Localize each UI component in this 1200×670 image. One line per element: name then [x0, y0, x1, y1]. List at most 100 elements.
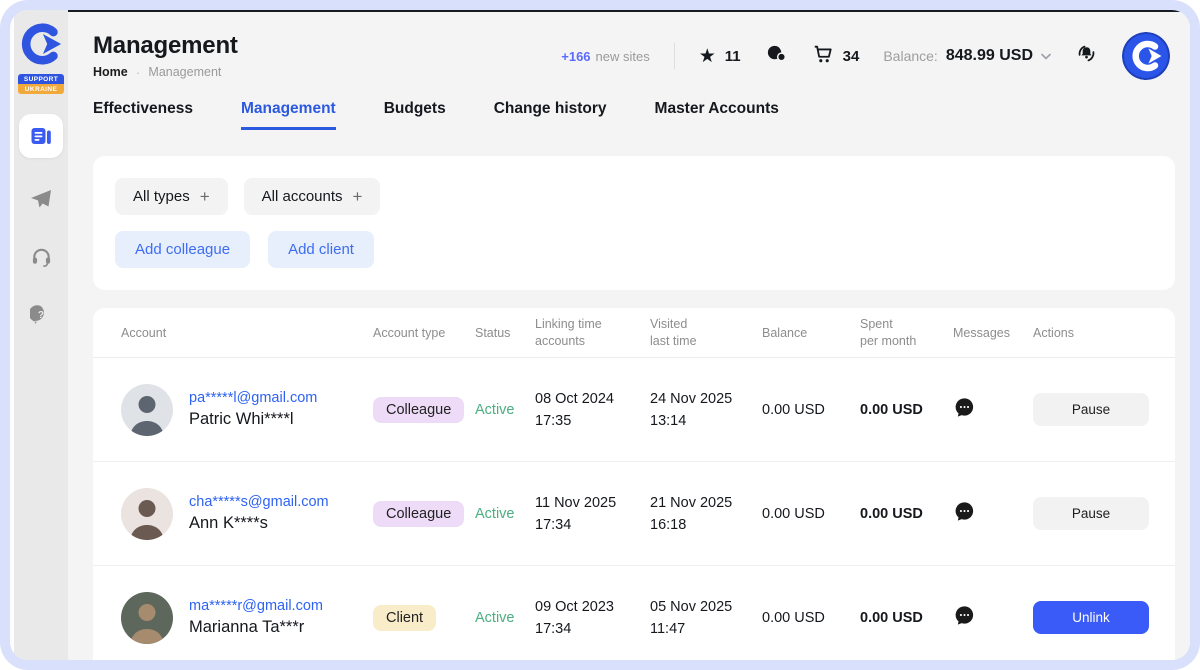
message-bubble-icon [953, 500, 976, 527]
app-window: SUPPORT UKRAINE [10, 10, 1190, 660]
title-block: Management Home · Management [93, 32, 238, 80]
sidebar-item-feed[interactable] [19, 114, 63, 158]
account-cell: ma*****r@gmail.com Marianna Ta***r [121, 592, 373, 644]
svg-text:?: ? [38, 310, 44, 321]
filter-all-types[interactable]: All types + [115, 178, 228, 215]
app-logo[interactable]: SUPPORT UKRAINE [18, 22, 64, 94]
account-email[interactable]: pa*****l@gmail.com [189, 390, 317, 406]
col-visited-line1: Visited [650, 316, 762, 333]
message-button[interactable] [953, 396, 1033, 423]
visited-time-cell: 21 Nov 2025 16:18 [650, 492, 762, 536]
account-cell: cha*****s@gmail.com Ann K****s [121, 488, 373, 540]
notifications-button[interactable] [1075, 42, 1098, 70]
col-actions: Actions [1033, 326, 1151, 340]
account-name: Ann K****s [189, 514, 329, 533]
balance-label: Balance: [883, 48, 937, 64]
visited-time: 16:18 [650, 514, 762, 536]
sidebar-item-telegram[interactable] [19, 172, 63, 230]
add-client-button[interactable]: Add client [268, 231, 374, 268]
add-button-row: Add colleague Add client [115, 231, 1153, 268]
col-spent-line2: per month [860, 333, 953, 350]
tab-master-accounts[interactable]: Master Accounts [655, 100, 779, 130]
balance-cell: 0.00 USD [762, 506, 860, 522]
message-button[interactable] [953, 604, 1033, 631]
account-email[interactable]: ma*****r@gmail.com [189, 598, 323, 614]
account-text: cha*****s@gmail.com Ann K****s [189, 494, 329, 533]
page-title: Management [93, 32, 238, 60]
col-spent-line1: Spent [860, 316, 953, 333]
plus-icon: + [200, 187, 210, 207]
main-area: Management Home · Management +166 new si… [68, 10, 1190, 660]
filter-all-accounts-label: All accounts [262, 188, 343, 205]
breadcrumb-separator: · [136, 64, 141, 80]
breadcrumb-current: Management [148, 65, 221, 79]
visited-time-cell: 05 Nov 2025 11:47 [650, 596, 762, 640]
new-sites-link[interactable]: +166 new sites [561, 49, 650, 64]
news-feed-icon [19, 114, 63, 158]
table-row: cha*****s@gmail.com Ann K****s Colleague… [93, 462, 1175, 566]
profile-avatar[interactable] [1122, 32, 1170, 80]
linking-time-cell: 09 Oct 2023 17:34 [535, 596, 650, 640]
bell-rotate-icon [1075, 42, 1098, 70]
sidebar-item-support[interactable] [19, 230, 63, 288]
pause-button[interactable]: Pause [1033, 393, 1149, 426]
spent-cell: 0.00 USD [860, 610, 953, 626]
col-balance: Balance [762, 326, 860, 340]
breadcrumb-home[interactable]: Home [93, 65, 128, 79]
account-type-badge: Client [373, 605, 436, 631]
balance-cell: 0.00 USD [762, 610, 860, 626]
tab-management[interactable]: Management [241, 100, 336, 130]
tab-effectiveness[interactable]: Effectiveness [93, 100, 193, 130]
avatar [121, 384, 173, 436]
filter-all-accounts[interactable]: All accounts + [244, 178, 381, 215]
headphones-icon [30, 245, 53, 273]
balance-cell: 0.00 USD [762, 402, 860, 418]
pause-button[interactable]: Pause [1033, 497, 1149, 530]
cart-button[interactable]: 34 [812, 43, 860, 70]
message-bubble-icon [953, 396, 976, 423]
account-text: pa*****l@gmail.com Patric Whi****l [189, 390, 317, 429]
avatar [121, 488, 173, 540]
sidebar-nav: ? [19, 114, 63, 346]
balance-dropdown[interactable]: Balance: 848.99 USD [883, 47, 1051, 65]
status-badge: Active [475, 402, 535, 418]
table-header-row: Account Account type Status Linking time… [93, 308, 1175, 358]
tab-change-history[interactable]: Change history [494, 100, 607, 130]
sidebar-item-help[interactable]: ? [19, 288, 63, 346]
topbar: Management Home · Management +166 new si… [68, 12, 1190, 94]
favorites-button[interactable]: ★ 11 [699, 47, 741, 66]
tab-budgets[interactable]: Budgets [384, 100, 446, 130]
avatar [121, 592, 173, 644]
linking-time-cell: 08 Oct 2024 17:35 [535, 388, 650, 432]
message-button[interactable] [953, 500, 1033, 527]
col-visited: Visited last time [650, 316, 762, 350]
status-badge: Active [475, 506, 535, 522]
linked-time: 17:34 [535, 618, 650, 640]
account-type-badge: Colleague [373, 501, 464, 527]
cityads-logo-icon [19, 22, 63, 71]
visited-date: 05 Nov 2025 [650, 596, 762, 618]
account-email[interactable]: cha*****s@gmail.com [189, 494, 329, 510]
status-badge: Active [475, 610, 535, 626]
chat-bubbles-icon [765, 42, 788, 70]
messages-button[interactable] [765, 42, 788, 70]
col-visited-line2: last time [650, 333, 762, 350]
col-account-type: Account type [373, 326, 475, 340]
paper-plane-icon [29, 187, 53, 216]
filter-panel: All types + All accounts + Add colleague… [93, 156, 1175, 290]
visited-date: 21 Nov 2025 [650, 492, 762, 514]
col-messages: Messages [953, 326, 1033, 340]
add-colleague-button[interactable]: Add colleague [115, 231, 250, 268]
linked-time: 17:35 [535, 410, 650, 432]
visited-time: 13:14 [650, 410, 762, 432]
question-bubble-icon: ? [30, 304, 52, 331]
support-badge-line1: SUPPORT [18, 74, 64, 84]
account-cell: pa*****l@gmail.com Patric Whi****l [121, 384, 373, 436]
unlink-button[interactable]: Unlink [1033, 601, 1149, 634]
star-icon: ★ [699, 47, 716, 66]
col-linking-line1: Linking time [535, 316, 650, 333]
table-row: ma*****r@gmail.com Marianna Ta***r Clien… [93, 566, 1175, 660]
account-text: ma*****r@gmail.com Marianna Ta***r [189, 598, 323, 637]
tab-bar: Effectiveness Management Budgets Change … [68, 94, 1190, 142]
col-account: Account [121, 326, 373, 340]
